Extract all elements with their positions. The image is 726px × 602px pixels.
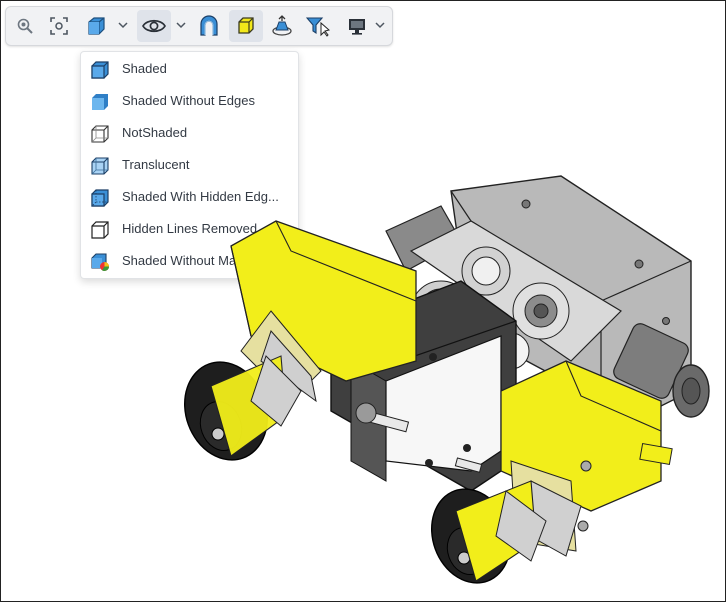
shaded-without-materials-icon (91, 253, 109, 271)
box-select-button[interactable] (229, 10, 263, 42)
display-mode-button[interactable] (137, 10, 171, 42)
translucent-icon (91, 157, 109, 175)
monitor-button[interactable] (346, 10, 368, 42)
monitor-icon (349, 19, 365, 35)
not-shaded-icon (91, 125, 109, 143)
shaded-hidden-edges-icon (91, 189, 109, 207)
shaded-without-edges-icon (92, 94, 108, 110)
explode-button[interactable] (268, 10, 296, 42)
chevron-down-icon[interactable] (118, 18, 128, 32)
viewer-toolbar (5, 6, 393, 46)
menu-item-label: Shaded (122, 61, 167, 76)
material-button[interactable] (195, 10, 223, 42)
menu-item-shaded[interactable]: Shaded (81, 53, 298, 85)
zoom-button[interactable] (12, 10, 38, 42)
shaded-icon (91, 61, 109, 79)
viewport-frame: Shaded Shaded Without Edges NotShaded Tr… (0, 0, 726, 602)
fit-view-icon (50, 17, 68, 35)
chevron-down-icon[interactable] (176, 18, 186, 32)
visibility-eye-icon (142, 19, 166, 33)
menu-item-shaded-without-edges[interactable]: Shaded Without Edges (81, 85, 298, 117)
filter-icon (306, 17, 330, 37)
menu-item-not-shaded[interactable]: NotShaded (81, 117, 298, 149)
fit-view-button[interactable] (46, 10, 72, 42)
box-select-icon (238, 17, 254, 34)
view-cube-icon (88, 17, 105, 35)
zoom-icon (17, 18, 33, 34)
chevron-down-icon[interactable] (375, 18, 385, 32)
material-icon (200, 15, 218, 36)
gearbox-3d-model[interactable] (171, 161, 711, 591)
filter-button[interactable] (304, 10, 332, 42)
view-cube-button[interactable] (83, 10, 109, 42)
menu-item-label: NotShaded (122, 125, 188, 140)
menu-item-label: Shaded Without Edges (122, 93, 255, 108)
hidden-lines-removed-icon (91, 221, 109, 239)
explode-icon (272, 15, 292, 36)
